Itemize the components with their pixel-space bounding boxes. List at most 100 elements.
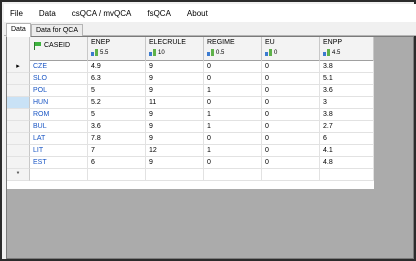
cell-enpp[interactable]: 4.1: [320, 145, 374, 157]
cell-regime[interactable]: 0: [204, 73, 262, 85]
column-header-enpp[interactable]: ENPP 4.5: [320, 37, 374, 61]
cell-elecrule[interactable]: 9: [146, 133, 204, 145]
cell-regime[interactable]: 1: [204, 121, 262, 133]
cell-enep[interactable]: 7: [88, 145, 146, 157]
data-grid[interactable]: CASEID ENEP 5.5 ELECRULE 10 REGIME 0.5 EU 0 ENPP 4…: [7, 37, 374, 189]
column-summary-value: 5.5: [100, 49, 109, 56]
cell-regime[interactable]: 1: [204, 109, 262, 121]
cell-enpp[interactable]: 3.6: [320, 85, 374, 97]
cell-regime[interactable]: 0: [204, 61, 262, 73]
menu-about[interactable]: About: [187, 9, 208, 18]
cell-enep[interactable]: 4.9: [88, 61, 146, 73]
column-header-label: ELECRULE: [149, 39, 186, 46]
cell-elecrule[interactable]: 9: [146, 157, 204, 169]
cell-eu[interactable]: 0: [262, 145, 320, 157]
cell-elecrule[interactable]: 12: [146, 145, 204, 157]
column-header-enep[interactable]: ENEP 5.5: [88, 37, 146, 61]
cell-caseid[interactable]: HUN: [30, 97, 88, 109]
row-header[interactable]: [7, 145, 30, 157]
cell-elecrule[interactable]: 9: [146, 121, 204, 133]
cell-caseid[interactable]: BUL: [30, 121, 88, 133]
column-header-caseid[interactable]: CASEID: [30, 37, 88, 61]
column-header-regime[interactable]: REGIME 0.5: [204, 37, 262, 61]
cell-eu[interactable]: 0: [262, 109, 320, 121]
new-row-cell[interactable]: [204, 169, 262, 181]
cell-enep[interactable]: 3.6: [88, 121, 146, 133]
cell-elecrule[interactable]: 9: [146, 109, 204, 121]
cell-enpp[interactable]: 6: [320, 133, 374, 145]
new-row-cell[interactable]: [262, 169, 320, 181]
cell-eu[interactable]: 0: [262, 133, 320, 145]
cell-caseid[interactable]: CZE: [30, 61, 88, 73]
column-header-label: REGIME: [207, 39, 235, 46]
menu-data[interactable]: Data: [39, 9, 56, 18]
bar-chart-icon: [149, 49, 156, 56]
column-stats: 0.5: [207, 49, 224, 56]
new-row-cell[interactable]: [320, 169, 374, 181]
tab-data-for-qca[interactable]: Data for QCA: [31, 24, 84, 36]
column-header-elecrule[interactable]: ELECRULE 10: [146, 37, 204, 61]
cell-caseid[interactable]: LIT: [30, 145, 88, 157]
cell-caseid[interactable]: POL: [30, 85, 88, 97]
cell-eu[interactable]: 0: [262, 85, 320, 97]
cell-regime[interactable]: 0: [204, 157, 262, 169]
cell-enpp[interactable]: 3.8: [320, 61, 374, 73]
column-header-label: ENEP: [91, 39, 111, 46]
cell-enep[interactable]: 7.8: [88, 133, 146, 145]
cell-enpp[interactable]: 4.8: [320, 157, 374, 169]
new-row-cell[interactable]: [146, 169, 204, 181]
cell-enpp[interactable]: 3.8: [320, 109, 374, 121]
row-header[interactable]: [7, 97, 30, 109]
cell-enpp[interactable]: 3: [320, 97, 374, 109]
column-header-eu[interactable]: EU 0: [262, 37, 320, 61]
cell-eu[interactable]: 0: [262, 157, 320, 169]
cell-caseid[interactable]: EST: [30, 157, 88, 169]
row-header[interactable]: [7, 85, 30, 97]
cell-eu[interactable]: 0: [262, 97, 320, 109]
cell-regime[interactable]: 1: [204, 145, 262, 157]
menu-fsqca[interactable]: fsQCA: [147, 9, 171, 18]
column-header-label: EU: [265, 39, 275, 46]
menu-csqca-mvqca[interactable]: csQCA / mvQCA: [72, 9, 132, 18]
row-header[interactable]: ▸: [7, 61, 30, 73]
column-header-label: CASEID: [44, 42, 71, 49]
cell-caseid[interactable]: SLO: [30, 73, 88, 85]
column-summary-value: 0: [274, 49, 278, 56]
flag-icon: [34, 42, 42, 50]
cell-eu[interactable]: 0: [262, 61, 320, 73]
cell-elecrule[interactable]: 9: [146, 73, 204, 85]
new-row-cell[interactable]: [30, 169, 88, 181]
column-stats: 4.5: [323, 49, 340, 56]
tab-data[interactable]: Data: [6, 23, 31, 37]
column-summary-value: 0.5: [216, 49, 225, 56]
cell-enep[interactable]: 6.3: [88, 73, 146, 85]
row-header[interactable]: [7, 133, 30, 145]
cell-caseid[interactable]: ROM: [30, 109, 88, 121]
grid-header-row: CASEID ENEP 5.5 ELECRULE 10 REGIME 0.5 EU 0 ENPP 4…: [7, 37, 374, 61]
cell-elecrule[interactable]: 9: [146, 85, 204, 97]
cell-elecrule[interactable]: 9: [146, 61, 204, 73]
bar-chart-icon: [323, 49, 330, 56]
cell-regime[interactable]: 1: [204, 85, 262, 97]
cell-regime[interactable]: 0: [204, 97, 262, 109]
cell-enpp[interactable]: 2.7: [320, 121, 374, 133]
cell-regime[interactable]: 0: [204, 133, 262, 145]
tab-page-data: CASEID ENEP 5.5 ELECRULE 10 REGIME 0.5 EU 0 ENPP 4…: [6, 36, 414, 259]
cell-enep[interactable]: 6: [88, 157, 146, 169]
cell-caseid[interactable]: LAT: [30, 133, 88, 145]
row-header[interactable]: [7, 109, 30, 121]
menu-file[interactable]: File: [10, 9, 23, 18]
cell-eu[interactable]: 0: [262, 121, 320, 133]
row-header[interactable]: [7, 157, 30, 169]
cell-eu[interactable]: 0: [262, 73, 320, 85]
cell-elecrule[interactable]: 11: [146, 97, 204, 109]
row-header[interactable]: *: [7, 169, 30, 181]
cell-enep[interactable]: 5: [88, 109, 146, 121]
row-header[interactable]: [7, 121, 30, 133]
cell-enep[interactable]: 5: [88, 85, 146, 97]
cell-enep[interactable]: 5.2: [88, 97, 146, 109]
new-row-cell[interactable]: [88, 169, 146, 181]
row-header[interactable]: [7, 73, 30, 85]
bar-chart-icon: [91, 49, 98, 56]
cell-enpp[interactable]: 5.1: [320, 73, 374, 85]
